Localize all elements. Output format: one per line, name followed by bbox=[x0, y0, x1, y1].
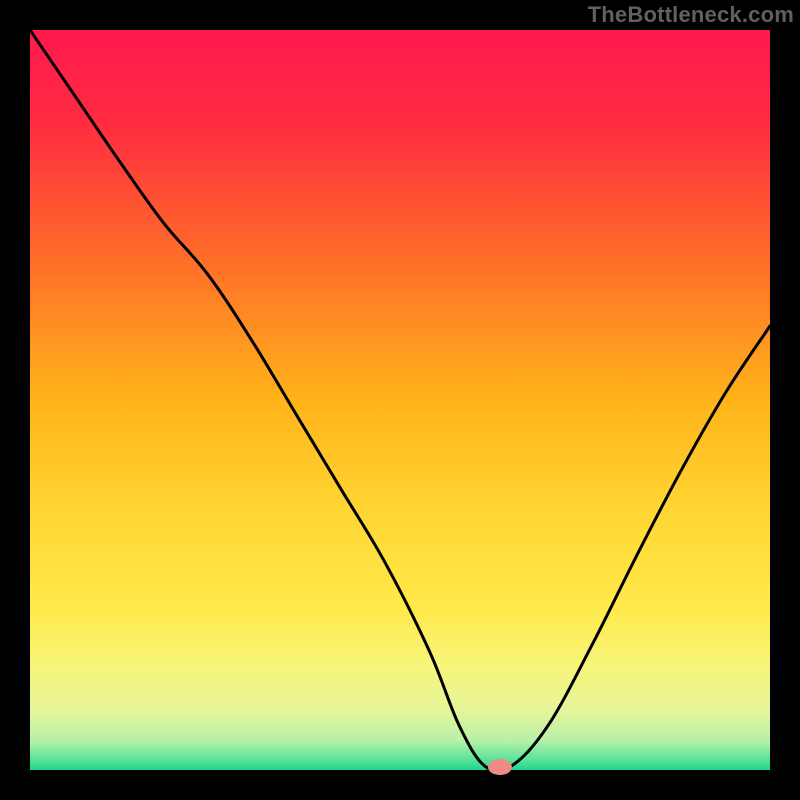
optimum-marker bbox=[488, 759, 512, 775]
bottleneck-chart bbox=[0, 0, 800, 800]
plot-background bbox=[30, 30, 770, 770]
chart-container: TheBottleneck.com bbox=[0, 0, 800, 800]
watermark-text: TheBottleneck.com bbox=[588, 2, 794, 28]
